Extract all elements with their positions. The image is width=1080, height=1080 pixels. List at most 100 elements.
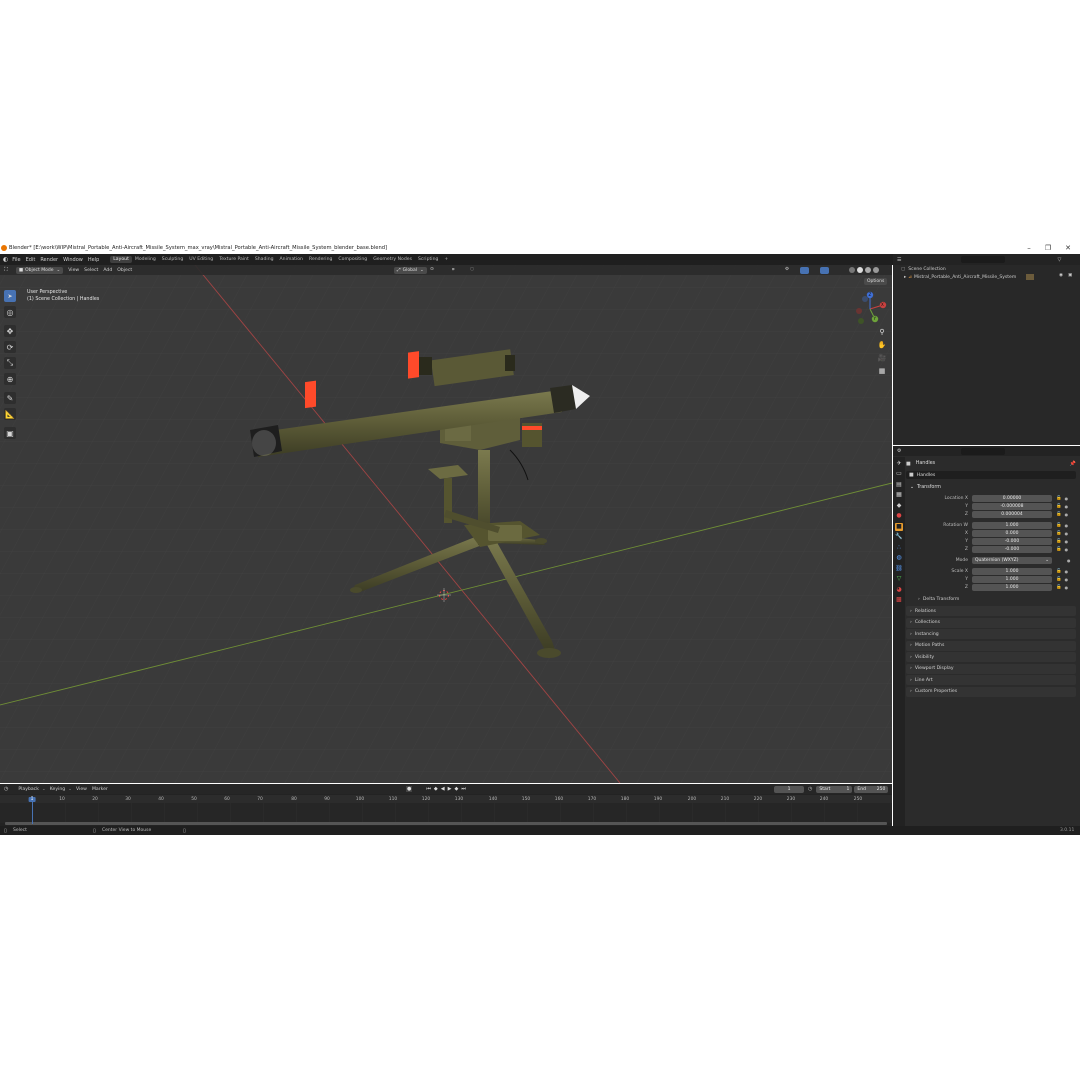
clock-icon[interactable]: ◷ — [808, 786, 812, 792]
lock-icon[interactable]: 🔓 — [1056, 577, 1062, 582]
jump-end-icon[interactable]: ⏭ — [461, 786, 466, 792]
camera-view-button[interactable]: 🎥 — [877, 353, 887, 363]
next-keyframe-icon[interactable]: ◆ — [454, 786, 458, 792]
keyframe-dot-icon[interactable]: ● — [1065, 512, 1069, 517]
end-frame-field[interactable]: End 250 — [854, 785, 889, 793]
filter-icon[interactable]: ▽ — [1057, 257, 1061, 263]
panel-instancing[interactable]: › Instancing — [906, 629, 1076, 639]
menu-select[interactable]: Select — [84, 268, 98, 273]
render-tab-icon[interactable]: ▭ — [895, 470, 903, 478]
lock-icon[interactable]: 🔓 — [1056, 504, 1062, 509]
tab-uv-editing[interactable]: UV Editing — [186, 256, 216, 263]
gizmo-toggle-icon[interactable] — [800, 266, 809, 274]
keyframe-dot-icon[interactable]: ● — [1065, 547, 1069, 552]
measure-tool-button[interactable]: 📐 — [4, 408, 16, 420]
tab-shading[interactable]: Shading — [252, 256, 277, 263]
lock-icon[interactable]: 🔓 — [1056, 512, 1062, 517]
menu-marker[interactable]: Marker — [92, 787, 108, 792]
lock-icon[interactable]: 🔓 — [1056, 496, 1062, 501]
menu-view[interactable]: View — [68, 268, 79, 273]
particles-tab-icon[interactable]: ∴ — [895, 544, 903, 552]
prev-keyframe-icon[interactable]: ◆ — [434, 786, 438, 792]
pan-button[interactable]: ✋ — [877, 340, 887, 350]
menu-help[interactable]: Help — [88, 257, 99, 263]
panel-visibility[interactable]: › Visibility — [906, 652, 1076, 662]
keyframe-dot-icon[interactable]: ● — [1067, 558, 1071, 563]
view-layer-tab-icon[interactable]: ▦ — [895, 491, 903, 499]
minimize-button[interactable]: – — [1024, 244, 1034, 252]
outliner-root[interactable]: ▢ Scene Collection — [893, 265, 1080, 273]
properties-search-input[interactable] — [961, 447, 1006, 455]
output-tab-icon[interactable]: ▤ — [895, 481, 903, 489]
close-button[interactable]: ✕ — [1063, 244, 1073, 252]
lock-icon[interactable]: 🔓 — [1056, 539, 1062, 544]
rendered-shading-icon[interactable] — [873, 267, 879, 273]
menu-playback[interactable]: Playback — [18, 787, 39, 792]
jump-start-icon[interactable]: ⏮ — [426, 786, 431, 792]
object-name-field[interactable]: ■ Handles — [906, 471, 1076, 479]
3d-viewport[interactable]: User Perspective (1) Scene Collection | … — [0, 265, 892, 783]
keyframe-dot-icon[interactable]: ● — [1065, 496, 1069, 501]
outliner-editor-icon[interactable]: ☰ — [897, 257, 901, 263]
timeline-editor[interactable]: ◷ Playback ⌄ Keying ⌄ View Marker ● ⏮ ◆ … — [0, 784, 892, 829]
play-icon[interactable]: ▶ — [448, 786, 452, 792]
blender-menu-icon[interactable]: ◐ — [3, 256, 8, 263]
visibility-icon[interactable]: ⚙ — [785, 267, 789, 272]
physics-tab-icon[interactable]: ◍ — [895, 554, 903, 562]
rotation-z-field[interactable]: -0.000 — [972, 545, 1052, 553]
tab-texture-paint[interactable]: Texture Paint — [216, 256, 252, 263]
navigation-gizmo[interactable]: X Y Z — [852, 291, 888, 327]
object-tab-icon[interactable]: ■ — [895, 522, 903, 531]
lock-icon[interactable]: 🔓 — [1056, 523, 1062, 528]
modifier-tab-icon[interactable]: 🔧 — [895, 533, 903, 541]
panel-custom-properties[interactable]: › Custom Properties — [906, 686, 1076, 697]
outliner-search-input[interactable] — [961, 256, 1006, 263]
data-tab-icon[interactable]: ▽ — [895, 575, 903, 583]
scale-y-field[interactable]: 1.000 — [972, 575, 1052, 583]
scale-z-field[interactable]: 1.000 — [972, 583, 1052, 591]
editor-type-icon[interactable]: ⛶ — [4, 267, 8, 274]
texture-tab-icon[interactable]: ▩ — [895, 596, 903, 604]
tab-sculpting[interactable]: Sculpting — [159, 256, 186, 263]
annotate-tool-button[interactable]: ✎ — [4, 392, 16, 404]
delta-transform-subpanel[interactable]: › Delta Transform — [906, 594, 1076, 604]
timeline-editor-icon[interactable]: ◷ — [4, 786, 8, 792]
menu-add[interactable]: Add — [103, 268, 112, 273]
camera-render-icon[interactable]: ▣ — [1068, 273, 1072, 278]
eye-icon[interactable]: ◉ — [1059, 273, 1063, 278]
world-tab-icon[interactable]: ● — [895, 512, 903, 520]
zoom-button[interactable]: ⚲ — [877, 327, 887, 337]
keyframe-dot-icon[interactable]: ● — [1065, 539, 1069, 544]
menu-keying[interactable]: Keying — [50, 787, 65, 792]
timeline-track-area[interactable] — [0, 803, 892, 823]
rotation-mode-dropdown[interactable]: Quaternion (WXYZ) ⌄ — [972, 556, 1052, 564]
pin-icon[interactable]: 📌 — [1070, 461, 1076, 467]
material-shading-icon[interactable] — [865, 267, 871, 273]
pivot-icon[interactable]: ⊙ — [430, 267, 434, 272]
tab-geometry-nodes[interactable]: Geometry Nodes — [370, 256, 415, 263]
keyframe-dot-icon[interactable]: ● — [1065, 504, 1069, 509]
add-cube-tool-button[interactable]: ▣ — [4, 427, 16, 439]
keyframe-dot-icon[interactable]: ● — [1065, 569, 1069, 574]
keyframe-dot-icon[interactable]: ● — [1065, 531, 1069, 536]
snap-icon[interactable]: ⌗ — [452, 267, 455, 273]
location-z-field[interactable]: 0.000004 — [972, 510, 1052, 518]
menu-edit[interactable]: Edit — [26, 257, 36, 263]
keyframe-dot-icon[interactable]: ● — [1065, 585, 1069, 590]
panel-motion-paths[interactable]: › Motion Paths — [906, 640, 1076, 651]
location-y-field[interactable]: -0.000008 — [972, 502, 1052, 510]
scene-tab-icon[interactable]: ◆ — [895, 502, 903, 510]
tab-animation[interactable]: Animation — [277, 256, 306, 263]
play-reverse-icon[interactable]: ◀ — [441, 786, 445, 792]
transform-tool-button[interactable]: ⊕ — [4, 373, 16, 385]
panel-line-art[interactable]: › Line Art — [906, 675, 1076, 685]
menu-render[interactable]: Render — [40, 257, 58, 263]
solid-shading-icon[interactable] — [857, 267, 863, 273]
rotate-tool-button[interactable]: ⟳ — [4, 341, 16, 353]
scale-x-field[interactable]: 1.000 — [972, 567, 1052, 575]
tab-modeling[interactable]: Modeling — [132, 256, 159, 263]
location-x-field[interactable]: 0.00000 — [972, 494, 1052, 502]
wireframe-shading-icon[interactable] — [849, 267, 855, 273]
rotation-x-field[interactable]: 0.000 — [972, 529, 1052, 537]
panel-relations[interactable]: › Relations — [906, 606, 1076, 616]
